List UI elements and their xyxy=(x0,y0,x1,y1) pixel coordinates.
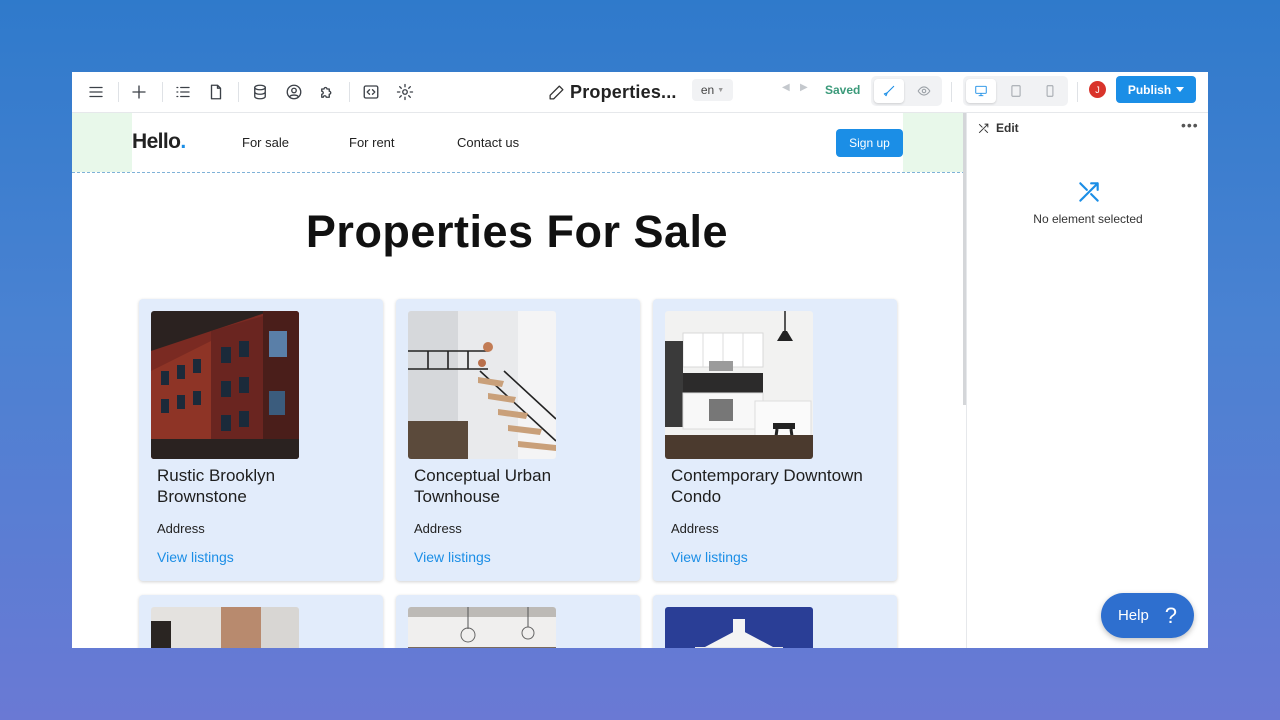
preview-mode-button[interactable] xyxy=(909,79,939,103)
section-heading[interactable]: Properties For Sale xyxy=(72,206,962,258)
property-photo-condo xyxy=(665,311,813,459)
toolbar-divider xyxy=(349,82,350,102)
pencil-icon xyxy=(549,84,564,100)
mobile-view-button[interactable] xyxy=(1035,79,1065,103)
site-logo[interactable]: Hello. xyxy=(132,130,186,154)
property-photo-house-exterior xyxy=(665,607,813,648)
site-navbar[interactable]: Hello. For sale For rent Contact us Sign… xyxy=(72,113,965,173)
publish-label: Publish xyxy=(1127,82,1172,97)
tools-icon xyxy=(1076,179,1102,205)
desktop-view-button[interactable] xyxy=(966,79,996,103)
property-photo-brownstone xyxy=(151,311,299,459)
toolbar: Properties... en ▼ ◀ ▶ Saved J Publish xyxy=(72,72,1208,113)
navbar-padding-right xyxy=(903,113,965,172)
brush-icon xyxy=(883,85,895,97)
help-label: Help xyxy=(1117,607,1149,624)
view-listings-link[interactable]: View listings xyxy=(414,549,491,565)
navbar-padding-left xyxy=(72,113,132,172)
language-value: en xyxy=(700,83,715,97)
device-toggle xyxy=(963,76,1068,106)
eye-icon xyxy=(917,86,931,96)
property-card[interactable] xyxy=(653,595,897,648)
nav-link-for-sale[interactable]: For sale xyxy=(242,135,289,150)
property-photo-lights xyxy=(408,607,556,648)
avatar[interactable]: J xyxy=(1089,81,1106,98)
tablet-icon xyxy=(1011,85,1021,97)
help-button[interactable]: Help ? xyxy=(1101,593,1194,638)
save-status: Saved xyxy=(825,83,861,97)
page-canvas: Hello. For sale For rent Contact us Sign… xyxy=(72,113,965,648)
tablet-view-button[interactable] xyxy=(1001,79,1031,103)
toolbar-divider xyxy=(951,82,952,102)
puzzle-icon[interactable] xyxy=(315,80,339,104)
redo-icon[interactable]: ▶ xyxy=(800,82,808,93)
page-icon[interactable] xyxy=(204,80,228,104)
property-address: Address xyxy=(157,521,205,536)
question-mark-icon: ? xyxy=(1164,602,1178,628)
property-name: Contemporary Downtown Condo xyxy=(671,466,863,506)
properties-panel: Edit ••• No element selected xyxy=(966,113,1208,648)
nav-link-for-rent[interactable]: For rent xyxy=(349,135,395,150)
toolbar-divider xyxy=(238,82,239,102)
database-icon[interactable] xyxy=(248,80,272,104)
property-card[interactable]: Contemporary Downtown Condo Address View… xyxy=(653,299,897,581)
sign-up-button[interactable]: Sign up xyxy=(836,129,903,157)
caret-down-icon xyxy=(1176,87,1185,92)
page-title: Properties... xyxy=(570,81,677,102)
property-card[interactable]: Conceptual Urban Townhouse Address View … xyxy=(396,299,640,581)
mobile-icon xyxy=(1046,85,1054,97)
view-listings-link[interactable]: View listings xyxy=(671,549,748,565)
property-name: Rustic Brooklyn Brownstone xyxy=(157,466,276,506)
logo-text: Hello xyxy=(132,130,181,153)
user-circle-icon[interactable] xyxy=(282,80,306,104)
toolbar-divider xyxy=(1077,82,1078,102)
property-photo-townhouse xyxy=(408,311,556,459)
property-address: Address xyxy=(414,521,462,536)
nav-link-contact[interactable]: Contact us xyxy=(457,135,519,150)
more-options-icon[interactable]: ••• xyxy=(1181,117,1199,133)
logo-dot: . xyxy=(180,130,186,153)
mode-toggle xyxy=(871,76,942,106)
empty-state-text: No element selected xyxy=(1033,212,1143,226)
undo-icon[interactable]: ◀ xyxy=(782,82,790,93)
view-listings-link[interactable]: View listings xyxy=(157,549,234,565)
page-title-area[interactable]: Properties... xyxy=(548,78,677,106)
tools-icon xyxy=(978,123,989,133)
editor-window: Properties... en ▼ ◀ ▶ Saved J Publish H… xyxy=(72,72,1208,648)
property-name: Conceptual Urban Townhouse xyxy=(414,466,552,506)
toolbar-divider xyxy=(118,82,119,102)
list-icon[interactable] xyxy=(171,80,195,104)
toolbar-divider xyxy=(162,82,163,102)
chevron-down-icon: ▼ xyxy=(717,86,725,94)
property-card[interactable] xyxy=(139,595,383,648)
menu-icon[interactable] xyxy=(84,80,108,104)
plus-icon[interactable] xyxy=(127,80,151,104)
language-select[interactable]: en ▼ xyxy=(692,79,733,101)
panel-title: Edit xyxy=(996,121,1019,135)
code-icon[interactable] xyxy=(359,80,383,104)
gear-icon[interactable] xyxy=(393,80,417,104)
publish-button[interactable]: Publish xyxy=(1116,76,1196,103)
property-card[interactable] xyxy=(396,595,640,648)
property-photo-interior xyxy=(151,607,299,648)
panel-header: Edit xyxy=(977,121,1019,135)
edit-mode-button[interactable] xyxy=(874,79,904,103)
property-address: Address xyxy=(671,521,719,536)
desktop-icon xyxy=(975,85,987,97)
property-card[interactable]: Rustic Brooklyn Brownstone Address View … xyxy=(139,299,383,581)
